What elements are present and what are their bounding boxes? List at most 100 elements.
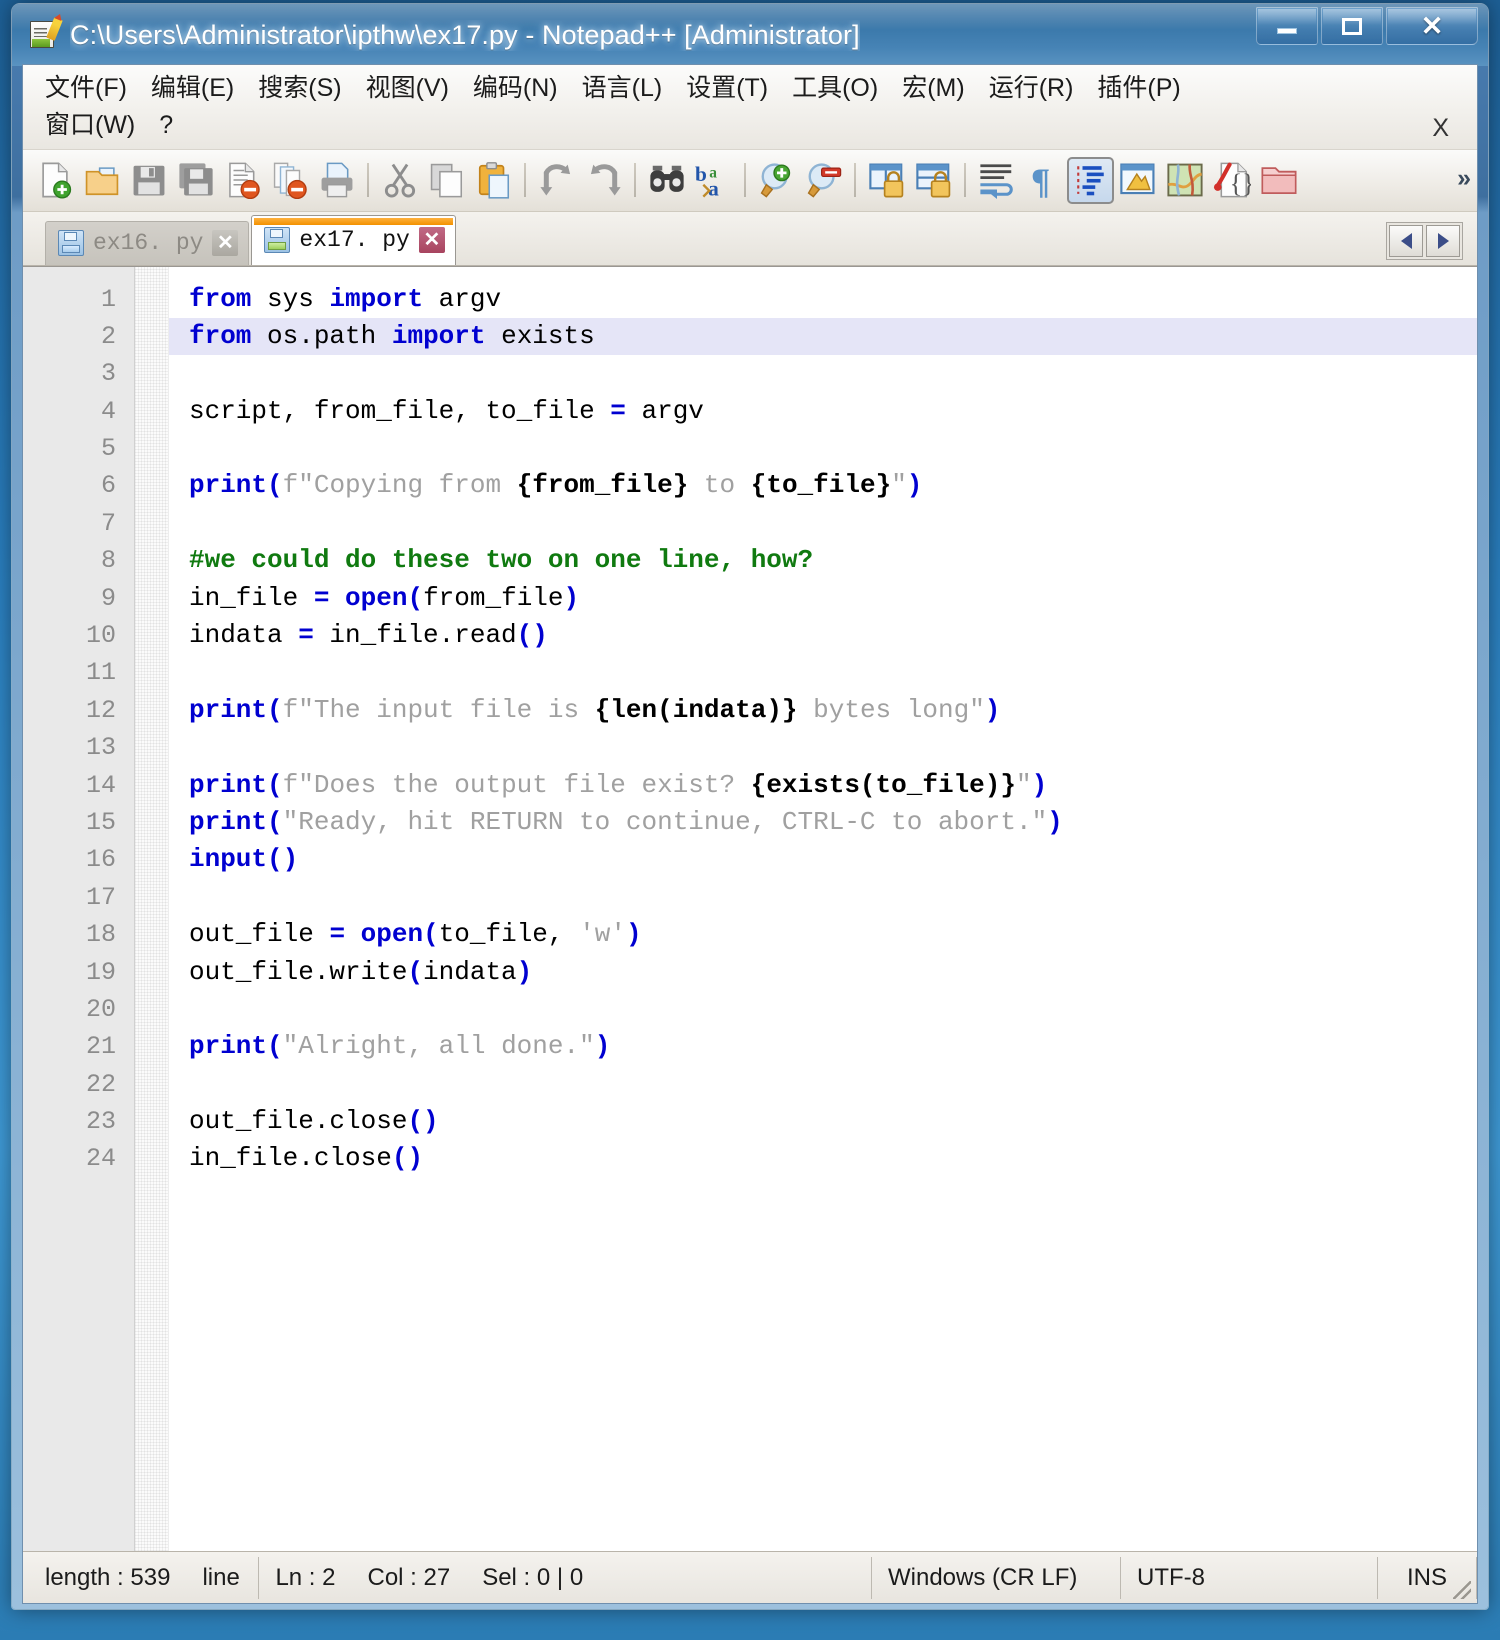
new-file-icon[interactable] [31, 157, 78, 204]
user-defined-dialog-icon[interactable] [1114, 157, 1161, 204]
menu-language[interactable]: 语言(L) [570, 71, 675, 108]
line-number: 9 [100, 583, 116, 613]
fold-margin[interactable] [135, 266, 169, 1551]
indent-guide-icon[interactable] [1067, 156, 1114, 204]
menu-search[interactable]: 搜索(S) [246, 71, 353, 108]
code-line-12[interactable]: print(f"The input file is {len(indata)} … [169, 692, 1477, 729]
line-number: 21 [85, 1032, 116, 1062]
zoom-out-icon[interactable] [800, 157, 847, 204]
code-line-11[interactable] [169, 654, 1477, 691]
code-line-5[interactable] [169, 430, 1477, 467]
status-eol-format[interactable]: Windows (CR LF) [872, 1552, 1120, 1603]
line-number: 13 [85, 733, 116, 763]
tab-close-ex16[interactable]: ✕ [212, 230, 239, 256]
window-controls: ✕ [1256, 7, 1478, 47]
editor-area[interactable]: 1 2 3 4 5 6 7 8 9 10 11 12 13 14 15 16 1… [23, 265, 1477, 1552]
tab-scroll-left-button[interactable] [1389, 224, 1423, 257]
code-line-21[interactable]: print("Alright, all done.") [169, 1028, 1477, 1065]
notepadpp-window: C:\Users\Administrator\ipthw\ex17.py - N… [12, 4, 1488, 1609]
code-line-8[interactable]: #we could do these two on one line, how? [169, 542, 1477, 579]
maximize-icon [1342, 17, 1362, 35]
close-all-icon[interactable] [266, 157, 313, 204]
status-sel: Sel : 0 | 0 [482, 1563, 584, 1591]
sync-horizontal-scroll-icon[interactable] [910, 157, 957, 204]
show-all-chars-icon[interactable]: ¶ [1020, 157, 1067, 204]
separator-6 [964, 163, 966, 197]
window-client-area: 文件(F) 编辑(E) 搜索(S) 视图(V) 编码(N) 语言(L) 设置(T… [22, 64, 1478, 1604]
function-list-icon[interactable]: {} [1208, 157, 1255, 204]
code-line-1[interactable]: from sys import argv [169, 281, 1477, 318]
code-line-10[interactable]: indata = in_file.read() [169, 617, 1477, 654]
save-all-icon[interactable] [172, 157, 219, 204]
cut-icon[interactable] [376, 157, 423, 204]
line-number: 2 [100, 321, 116, 351]
tab-scroll-right-button[interactable] [1426, 224, 1460, 257]
folder-as-workspace-icon[interactable] [1255, 157, 1302, 204]
menu-edit[interactable]: 编辑(E) [139, 71, 246, 108]
code-line-24[interactable]: in_file.close() [169, 1140, 1477, 1177]
code-line-14[interactable]: print(f"Does the output file exist? {exi… [169, 767, 1477, 804]
paste-icon[interactable] [470, 157, 517, 204]
code-line-16[interactable]: input() [169, 841, 1477, 878]
close-file-icon[interactable] [219, 157, 266, 204]
menu-file[interactable]: 文件(F) [33, 71, 139, 108]
print-icon[interactable] [313, 157, 360, 204]
svg-text:a: a [708, 176, 719, 199]
title-bar[interactable]: C:\Users\Administrator\ipthw\ex17.py - N… [12, 4, 1488, 66]
code-line-23[interactable]: out_file.close() [169, 1103, 1477, 1140]
code-line-20[interactable] [169, 991, 1477, 1028]
tab-close-ex17[interactable]: ✕ [418, 227, 445, 253]
maximize-button[interactable] [1321, 7, 1383, 45]
save-icon[interactable] [125, 157, 172, 204]
toolbar-overflow-button[interactable]: » [1457, 164, 1471, 193]
menu-plugins[interactable]: 插件(P) [1085, 71, 1192, 108]
menu-help[interactable]: ? [147, 108, 185, 145]
status-length: length : 539 [45, 1563, 171, 1591]
zoom-in-icon[interactable] [753, 157, 800, 204]
code-line-15[interactable]: print("Ready, hit RETURN to continue, CT… [169, 804, 1477, 841]
code-line-4[interactable]: script, from_file, to_file = argv [169, 393, 1477, 430]
code-line-17[interactable] [169, 879, 1477, 916]
menu-run[interactable]: 运行(R) [977, 71, 1086, 108]
code-line-9[interactable]: in_file = open(from_file) [169, 580, 1477, 617]
code-text-area[interactable]: from sys import argv from os.path import … [169, 267, 1477, 1552]
code-line-22[interactable] [169, 1066, 1477, 1103]
menu-tools[interactable]: 工具(O) [780, 71, 890, 108]
code-line-2[interactable]: from os.path import exists [169, 317, 1477, 356]
code-line-19[interactable]: out_file.write(indata) [169, 954, 1477, 991]
code-line-7[interactable] [169, 505, 1477, 542]
copy-icon[interactable] [423, 157, 470, 204]
minimize-button[interactable] [1256, 7, 1318, 45]
menu-view[interactable]: 视图(V) [354, 71, 461, 108]
menu-encoding[interactable]: 编码(N) [461, 71, 570, 108]
tab-ex16-py[interactable]: ex16. py ✕ [45, 220, 250, 265]
replace-icon[interactable]: baa [690, 157, 737, 204]
find-icon[interactable] [643, 157, 690, 204]
word-wrap-icon[interactable] [973, 157, 1020, 204]
resize-grip[interactable] [1453, 1581, 1471, 1599]
svg-text:¶: ¶ [1030, 161, 1049, 199]
code-line-13[interactable] [169, 729, 1477, 766]
line-number: 10 [85, 621, 116, 651]
code-line-6[interactable]: print(f"Copying from {from_file} to {to_… [169, 467, 1477, 504]
floppy-icon [58, 230, 84, 256]
open-file-icon[interactable] [78, 157, 125, 204]
undo-icon[interactable] [533, 157, 580, 204]
document-map-icon[interactable] [1161, 157, 1208, 204]
menu-window[interactable]: 窗口(W) [33, 108, 147, 145]
status-bar: length : 539 line Ln : 2 Col : 27 Sel : … [23, 1551, 1477, 1603]
menu-macro[interactable]: 宏(M) [890, 71, 976, 108]
menu-settings[interactable]: 设置(T) [674, 71, 780, 108]
document-close-button[interactable]: X [1426, 114, 1455, 143]
line-number: 1 [100, 284, 116, 314]
close-button[interactable]: ✕ [1386, 7, 1478, 45]
sync-vertical-scroll-icon[interactable] [863, 157, 910, 204]
code-line-18[interactable]: out_file = open(to_file, 'w') [169, 916, 1477, 953]
svg-text:b: b [695, 162, 707, 186]
tab-ex17-py[interactable]: ex17. py ✕ [251, 214, 456, 265]
notepad-plus-plus-icon [28, 17, 63, 50]
status-encoding[interactable]: UTF-8 [1121, 1552, 1377, 1603]
redo-icon[interactable] [580, 157, 627, 204]
code-line-3[interactable] [169, 355, 1477, 392]
tab-label-ex17: ex17. py [299, 227, 410, 253]
